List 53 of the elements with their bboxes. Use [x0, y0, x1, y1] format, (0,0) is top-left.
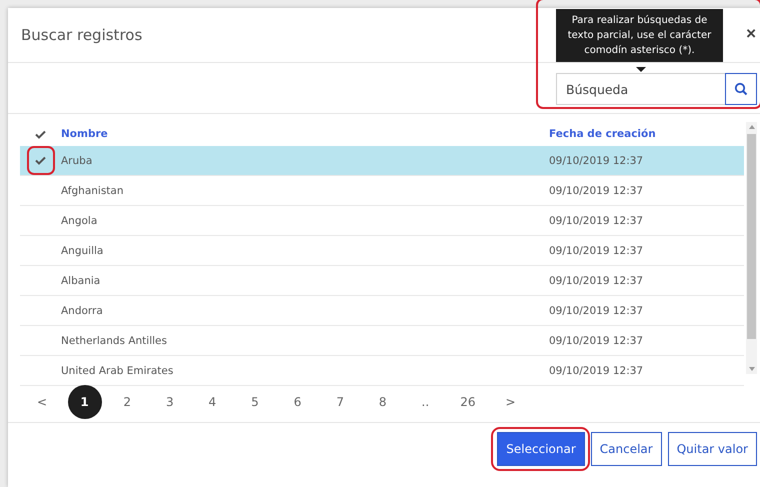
table-row[interactable]: Netherlands Antilles 09/10/2019 12:37 — [20, 326, 744, 356]
search-button[interactable] — [725, 73, 757, 105]
page-button[interactable]: 4 — [195, 385, 230, 419]
cancel-button[interactable]: Cancelar — [590, 432, 662, 466]
page-button[interactable]: 26 — [450, 385, 485, 419]
table-cell-text: Aruba — [61, 154, 94, 166]
table-row[interactable]: Albania 09/10/2019 12:37 — [20, 266, 744, 296]
next-page-button[interactable]: > — [494, 385, 528, 419]
table-cell-text: Andorra — [61, 304, 104, 316]
check-icon — [35, 130, 46, 138]
search-field[interactable]: Búsqueda — [556, 73, 725, 105]
page-button[interactable]: 3 — [152, 385, 187, 419]
page-button[interactable]: 7 — [323, 385, 358, 419]
search-icon — [734, 82, 748, 96]
scroll-up-icon[interactable] — [748, 125, 754, 129]
table-row[interactable]: Angola 09/10/2019 12:37 — [20, 206, 744, 236]
page-button[interactable]: 1 — [68, 385, 102, 419]
table-row[interactable]: United Arab Emirates 09/10/2019 12:37 — [20, 356, 744, 386]
table-cell-text: 09/10/2019 12:37 — [549, 304, 644, 316]
select-button[interactable]: Seleccionar — [497, 432, 585, 466]
table-row[interactable]: Anguilla 09/10/2019 12:37 — [20, 236, 744, 266]
scrollbar[interactable] — [746, 122, 757, 374]
table-cell-text: Angola — [61, 214, 98, 226]
clear-value-button[interactable]: Quitar valor — [668, 432, 757, 466]
table-cell-text: 09/10/2019 12:37 — [549, 154, 644, 166]
page-button[interactable]: 2 — [110, 385, 144, 419]
dialog-title: Buscar registros — [21, 26, 142, 44]
table-cell-text: United Arab Emirates — [61, 364, 174, 376]
table-row[interactable]: Afghanistan 09/10/2019 12:37 — [20, 176, 744, 206]
tooltip-pointer — [636, 67, 646, 72]
table-cell-text: Netherlands Antilles — [61, 334, 168, 346]
table-cell-text: Albania — [61, 274, 102, 286]
previous-page-button[interactable]: < — [25, 385, 59, 419]
table-cell-text: 09/10/2019 12:37 — [549, 214, 644, 226]
table-cell-text: 09/10/2019 12:37 — [549, 244, 644, 256]
page-button[interactable]: .. — [408, 385, 442, 419]
table-cell-text: 09/10/2019 12:37 — [549, 364, 644, 376]
table-row[interactable]: Aruba 09/10/2019 12:37 — [20, 146, 744, 176]
scroll-down-icon[interactable] — [748, 367, 754, 371]
close-button[interactable]: × — [742, 24, 760, 44]
table-cell-text: 09/10/2019 12:37 — [549, 274, 644, 286]
page-button[interactable]: 5 — [238, 385, 272, 419]
check-icon — [35, 156, 46, 165]
table-cell-text: Afghanistan — [61, 184, 125, 196]
column-header[interactable]: Nombre — [61, 128, 549, 140]
table-cell-text: Anguilla — [61, 244, 104, 256]
table-cell-text: 09/10/2019 12:37 — [549, 184, 644, 196]
page-button[interactable]: 6 — [280, 385, 315, 419]
table-row[interactable]: Andorra 09/10/2019 12:37 — [20, 296, 744, 326]
column-header[interactable]: Fecha de creación — [549, 128, 744, 140]
page-button[interactable]: 8 — [366, 385, 400, 419]
tooltip: Para realizar búsquedas de texto parcial, use el carácter comodín asterisco (*). — [556, 9, 723, 62]
table-cell-text: 09/10/2019 12:37 — [549, 334, 644, 346]
